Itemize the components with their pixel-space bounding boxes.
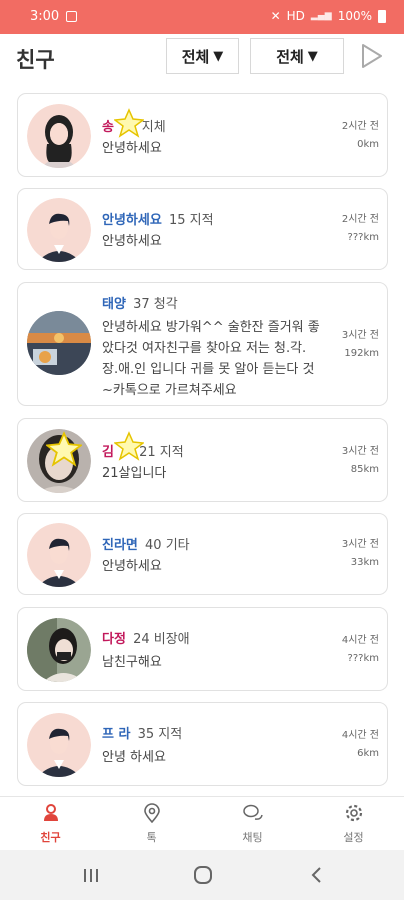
friend-name-line: 다정 24 비장애 — [102, 628, 190, 647]
friend-info: 24 비장애 — [133, 632, 190, 647]
friend-message: 안녕하세요 방가워^^ 술한잔 즐거워 좋았다것 여자친구를 찾아요 저는 청.… — [102, 320, 320, 398]
avatar-male — [27, 198, 91, 262]
system-nav-bar — [0, 850, 404, 900]
battery-label: 100% — [337, 9, 372, 23]
distance: 0km — [357, 139, 379, 150]
friend-name: 다정 — [102, 632, 126, 647]
network-label: HD — [286, 9, 305, 23]
dropdown-arrow-icon: ▼ — [213, 48, 224, 64]
friend-message: 안녕하세요 — [102, 559, 162, 574]
tab-friends-label: 친구 — [40, 831, 61, 844]
friend-info: 15 지적 — [168, 213, 214, 228]
friend-name-line: 진라면 40 기타 — [102, 534, 190, 553]
friend-name: 태양 — [102, 297, 126, 312]
play-icon[interactable] — [360, 43, 384, 69]
friend-name: 김 — [102, 445, 114, 460]
avatar-sunset-photo — [27, 311, 91, 375]
tab-chat[interactable]: 채팅 — [202, 797, 303, 851]
friend-card[interactable]: 다정 24 비장애 남친구해요 4시간 전 ???km — [17, 607, 388, 691]
status-time: 3:00 — [30, 9, 60, 24]
home-icon[interactable] — [191, 864, 215, 886]
friend-name-line: 안녕하세요 15 지적 — [102, 209, 214, 228]
filter-dropdown-2[interactable]: 전체 ▼ — [250, 38, 344, 74]
friend-card[interactable]: 송 32 지체 안녕하세요 2시간 전 0km — [17, 93, 388, 177]
friend-message: 21살입니다 — [102, 466, 167, 481]
bottom-nav: 친구 톡 채팅 설정 — [0, 796, 404, 850]
friend-name: 프 라 — [102, 727, 131, 742]
distance: 6km — [357, 748, 379, 759]
friend-name: 진라면 — [102, 538, 138, 553]
tab-settings-label: 설정 — [343, 831, 364, 844]
gear-icon — [345, 804, 363, 822]
dropdown-arrow-icon: ▼ — [307, 48, 318, 64]
friend-meta: 3시간 전 192km — [342, 327, 379, 363]
friend-info: 37 청각 — [133, 297, 178, 312]
mute-icon: ✕ — [270, 9, 281, 23]
star-sticker-icon — [46, 431, 82, 467]
tab-friends[interactable]: 친구 — [0, 797, 101, 851]
page-title: 친구 — [16, 48, 55, 72]
notification-icon — [66, 11, 77, 22]
friend-message: 안녕하세요 — [102, 234, 162, 249]
back-icon[interactable] — [305, 864, 329, 886]
friend-name-line: 프 라 35 지적 — [102, 723, 182, 742]
filter-2-label: 전체 — [276, 47, 304, 66]
friend-message: 남친구해요 — [102, 655, 162, 670]
friend-name-line: 태양 37 청각 — [102, 293, 178, 312]
last-active-time: 3시간 전 — [341, 330, 379, 341]
battery-icon — [378, 9, 386, 23]
filter-1-label: 전체 — [181, 47, 210, 66]
friend-meta: 4시간 전 ???km — [342, 632, 379, 668]
friend-card[interactable]: 진라면 40 기타 안녕하세요 3시간 전 33km — [17, 513, 388, 595]
avatar-photo — [27, 618, 91, 682]
last-active-time: 3시간 전 — [341, 446, 379, 457]
chat-bubbles-icon — [243, 804, 263, 820]
friend-card[interactable]: 프 라 35 지적 안녕 하세요 4시간 전 6km — [17, 702, 388, 786]
distance: ???km — [347, 232, 379, 243]
last-active-time: 3시간 전 — [341, 539, 379, 550]
filter-dropdown-1[interactable]: 전체 ▼ — [166, 38, 239, 74]
avatar-male — [27, 523, 91, 587]
friend-info: 40 기타 — [145, 538, 190, 553]
last-active-time: 4시간 전 — [341, 730, 379, 741]
distance: 192km — [344, 348, 379, 359]
friend-name: 송 — [102, 120, 114, 135]
signal-icon: ▂▄▆ — [310, 11, 332, 21]
friend-name: 안녕하세요 — [102, 213, 162, 228]
tab-chat-label: 채팅 — [242, 831, 263, 844]
friend-card[interactable]: 안녕하세요 15 지적 안녕하세요 2시간 전 ???km — [17, 188, 388, 270]
friend-meta: 3시간 전 33km — [342, 536, 379, 572]
friend-message: 안녕 하세요 — [102, 750, 166, 765]
distance: 33km — [350, 557, 379, 568]
friend-card[interactable]: 김 21 지적 21살입니다 3시간 전 85km — [17, 418, 388, 502]
last-active-time: 2시간 전 — [341, 121, 379, 132]
tab-talk-label: 톡 — [146, 831, 157, 844]
friend-meta: 2시간 전 ???km — [342, 211, 379, 247]
friend-list: 송 32 지체 안녕하세요 2시간 전 0km 안녕하세요 15 지적 안녕하세… — [0, 82, 404, 794]
avatar-male — [27, 713, 91, 777]
distance: 85km — [350, 464, 379, 475]
friend-message: 안녕하세요 — [102, 141, 162, 156]
friend-card[interactable]: 태양 37 청각 안녕하세요 방가워^^ 술한잔 즐거워 좋았다것 여자친구를 … — [17, 282, 388, 406]
last-active-time: 2시간 전 — [341, 214, 379, 225]
friend-info: 21 지적 — [139, 445, 184, 460]
tab-settings[interactable]: 설정 — [303, 797, 404, 851]
avatar-female — [27, 104, 91, 168]
friend-meta: 2시간 전 0km — [342, 118, 379, 154]
app-header: 친구 전체 ▼ 전체 ▼ — [0, 34, 404, 80]
distance: ???km — [347, 653, 379, 664]
status-bar: 3:00 ✕ HD ▂▄▆ 100% — [0, 0, 404, 34]
status-indicators: ✕ HD ▂▄▆ 100% — [271, 9, 386, 23]
friend-info: 35 지적 — [137, 727, 183, 742]
tab-talk[interactable]: 톡 — [101, 797, 202, 851]
recent-apps-icon[interactable] — [79, 864, 103, 886]
star-sticker-icon — [114, 108, 144, 138]
location-pin-icon — [144, 803, 160, 823]
star-sticker-icon — [114, 431, 144, 461]
friend-meta: 3시간 전 85km — [342, 443, 379, 479]
friend-meta: 4시간 전 6km — [342, 727, 379, 763]
person-icon — [44, 804, 58, 821]
last-active-time: 4시간 전 — [341, 635, 379, 646]
